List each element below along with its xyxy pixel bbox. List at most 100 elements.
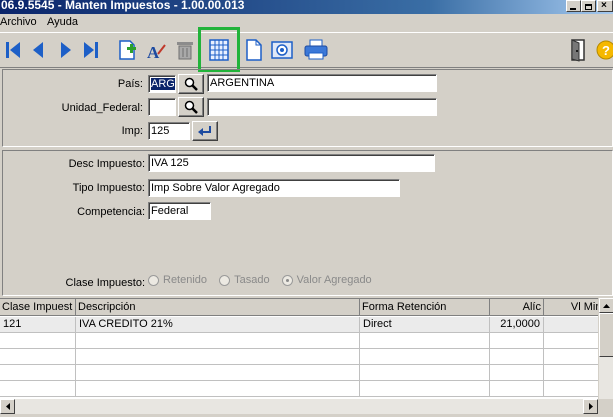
radio-circle: [219, 274, 231, 286]
close-window-button[interactable]: ×: [597, 0, 613, 12]
empty-cell[interactable]: [0, 349, 76, 365]
imp-label: Imp:: [121, 125, 143, 137]
last-record-button[interactable]: [78, 36, 104, 64]
radio-tasado[interactable]: Tasado: [219, 274, 270, 286]
unidad-federal-search-button[interactable]: [178, 97, 204, 117]
exit-door-icon: [571, 39, 585, 62]
radio-circle: [148, 274, 159, 286]
search-icon: [184, 77, 198, 91]
impuestos-grid[interactable]: Clase Impuest Descripción Forma Retenció…: [0, 298, 598, 399]
help-icon: ?: [596, 40, 613, 60]
scroll-left-button[interactable]: [0, 399, 15, 414]
next-record-button[interactable]: [52, 36, 78, 64]
print-icon: [304, 39, 328, 60]
tipo-impuesto-field[interactable]: Imp Sobre Valor Agregado: [148, 179, 400, 197]
empty-cell[interactable]: [490, 365, 544, 381]
search-icon: [184, 100, 198, 114]
table-cell-forma-retencion[interactable]: Direct: [360, 317, 490, 333]
empty-cell[interactable]: [0, 381, 76, 397]
preview-button[interactable]: [269, 36, 295, 64]
unidad-federal-name-field[interactable]: [207, 98, 437, 116]
scroll-right-button[interactable]: [583, 399, 598, 414]
table-cell-alic[interactable]: 21,0000: [490, 317, 544, 333]
first-record-icon: [6, 42, 20, 58]
new-record-button[interactable]: [114, 36, 140, 64]
enter-arrow-icon: [198, 126, 211, 136]
empty-cell[interactable]: [544, 333, 598, 349]
empty-cell[interactable]: [544, 365, 598, 381]
previous-record-icon: [33, 42, 43, 58]
pais-name-field[interactable]: ARGENTINA: [207, 74, 437, 92]
clase-impuesto-label: Clase Impuesto:: [65, 277, 145, 289]
desc-impuesto-label: Desc Impuesto:: [68, 158, 145, 170]
radio-retenido[interactable]: Retenido: [148, 274, 207, 286]
unidad-federal-code-field[interactable]: [148, 98, 176, 116]
blank-page-icon: [246, 39, 262, 61]
svg-text:?: ?: [602, 43, 610, 58]
previous-record-button[interactable]: [26, 36, 52, 64]
empty-cell[interactable]: [360, 381, 490, 397]
menu-bar: Archivo Ayuda: [0, 14, 613, 32]
empty-cell[interactable]: [0, 365, 76, 381]
imp-enter-button[interactable]: [192, 121, 218, 141]
clase-impuesto-radio-group: Retenido Tasado Valor Agregado: [148, 274, 381, 289]
empty-cell[interactable]: [76, 365, 360, 381]
radio-valor-agregado[interactable]: Valor Agregado: [281, 274, 372, 286]
column-header-vl-min[interactable]: Vl Mir: [544, 299, 598, 316]
edit-record-button[interactable]: A: [143, 36, 169, 64]
column-header-alic[interactable]: Alíc: [490, 299, 544, 316]
window-title: 06.9.5545 - Manten Impuestos - 1.00.00.0…: [1, 0, 245, 12]
table-cell-descripcion[interactable]: IVA CREDITO 21%: [76, 317, 360, 333]
column-header-descripcion[interactable]: Descripción: [76, 299, 360, 316]
desc-impuesto-field[interactable]: IVA 125: [148, 154, 435, 172]
table-cell-vl-min[interactable]: [544, 317, 598, 333]
menu-ayuda[interactable]: Ayuda: [47, 16, 78, 29]
empty-cell[interactable]: [490, 381, 544, 397]
scroll-up-button[interactable]: [599, 298, 613, 313]
pais-code-field[interactable]: ARG: [148, 75, 176, 93]
unidad-federal-label: Unidad_Federal:: [61, 102, 143, 114]
horizontal-scrollbar[interactable]: [0, 399, 598, 414]
edit-record-icon: A: [147, 43, 166, 62]
empty-cell[interactable]: [76, 333, 360, 349]
empty-cell[interactable]: [0, 333, 76, 349]
column-header-clase[interactable]: Clase Impuest: [0, 299, 76, 316]
new-record-icon: [119, 40, 136, 60]
empty-cell[interactable]: [544, 349, 598, 365]
empty-cell[interactable]: [544, 381, 598, 397]
pais-search-button[interactable]: [178, 74, 204, 94]
title-bar: 06.9.5545 - Manten Impuestos - 1.00.00.0…: [0, 0, 613, 14]
arrow-left-icon: [5, 403, 10, 410]
vertical-scroll-thumb[interactable]: [599, 313, 613, 357]
empty-cell[interactable]: [76, 381, 360, 397]
minimize-button[interactable]: [566, 0, 581, 12]
column-header-forma-retencion[interactable]: Forma Retención: [360, 299, 490, 316]
last-record-icon: [84, 42, 98, 58]
blank-page-button[interactable]: [241, 36, 267, 64]
tipo-impuesto-label: Tipo Impuesto:: [72, 182, 145, 194]
imp-field[interactable]: 125: [148, 122, 190, 140]
empty-cell[interactable]: [76, 349, 360, 365]
pais-label: País:: [117, 78, 143, 90]
competencia-label: Competencia:: [77, 206, 145, 218]
empty-cell[interactable]: [360, 333, 490, 349]
empty-cell[interactable]: [360, 365, 490, 381]
exit-button[interactable]: [565, 36, 591, 64]
arrow-up-icon: [603, 303, 610, 308]
empty-cell[interactable]: [490, 349, 544, 365]
grid-view-highlight: [198, 27, 240, 72]
help-button[interactable]: ?: [592, 36, 613, 64]
print-button[interactable]: [303, 36, 329, 64]
vertical-scrollbar[interactable]: [598, 298, 613, 399]
delete-icon: [177, 42, 193, 60]
empty-cell[interactable]: [490, 333, 544, 349]
first-record-button[interactable]: [0, 36, 26, 64]
competencia-field[interactable]: Federal: [148, 202, 211, 220]
delete-button[interactable]: [172, 36, 198, 64]
maximize-button[interactable]: [581, 0, 596, 12]
menu-archivo[interactable]: Archivo: [0, 16, 37, 29]
preview-icon: [271, 41, 293, 59]
radio-circle-selected: [281, 274, 293, 286]
empty-cell[interactable]: [360, 349, 490, 365]
table-cell-clase[interactable]: 121: [0, 317, 76, 333]
